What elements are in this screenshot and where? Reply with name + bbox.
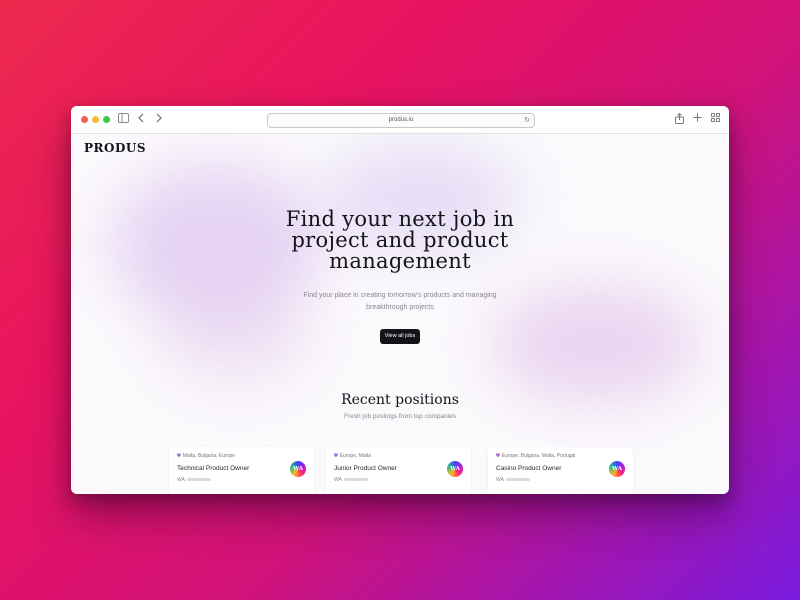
browser-toolbar: produs.io ↻	[71, 106, 729, 134]
job-company: WA	[177, 477, 185, 483]
chevron-right-icon[interactable]	[155, 113, 163, 125]
address-bar[interactable]: produs.io ↻	[267, 113, 535, 128]
url-text: produs.io	[388, 117, 414, 123]
job-title[interactable]: Casino Product Owner	[496, 465, 561, 472]
view-all-jobs-button[interactable]: View all jobs	[380, 329, 420, 344]
site-logo[interactable]: PRODUS	[84, 141, 146, 155]
job-title[interactable]: Technical Product Owner	[177, 465, 249, 472]
company-name-placeholder	[186, 478, 211, 482]
grid-icon[interactable]	[711, 113, 720, 125]
reload-icon[interactable]: ↻	[524, 115, 530, 126]
background-blob	[491, 284, 701, 404]
company-logo: WA	[290, 461, 306, 477]
maximize-window-button[interactable]	[103, 116, 110, 123]
job-card[interactable]: ⛊ Europe, Malta Junior Product Owner WA W…	[326, 447, 471, 494]
job-company: WA	[496, 477, 504, 483]
recent-positions-title: Recent positions	[341, 392, 459, 408]
background-blob	[161, 284, 311, 384]
job-location: Malta, Bulgaria, Europe	[182, 453, 236, 459]
company-name-placeholder	[505, 478, 530, 482]
hero-subtitle: Find your place in creating tomorrow's p…	[303, 292, 497, 311]
sidebar-icon[interactable]	[118, 113, 129, 125]
job-location: Europe, Malta	[339, 453, 371, 459]
job-company: WA	[334, 477, 342, 483]
company-logo: WA	[447, 461, 463, 477]
job-card[interactable]: ⛊ Europe, Bulgaria, Malta, Portugal Casin…	[488, 447, 633, 494]
job-card[interactable]: ⛊ Malta, Bulgaria, Europe Technical Produ…	[169, 447, 314, 494]
plus-icon[interactable]	[693, 113, 702, 125]
close-window-button[interactable]	[81, 116, 88, 123]
company-name-placeholder	[343, 478, 368, 482]
chevron-left-icon[interactable]	[137, 113, 145, 125]
location-pin-icon: ⛊	[177, 453, 181, 459]
share-icon[interactable]	[675, 112, 684, 125]
hero-title: Find your next job in project and produc…	[285, 207, 515, 273]
browser-window: produs.io ↻ PRODUS Find your next job in…	[71, 106, 729, 494]
company-logo: WA	[609, 461, 625, 477]
job-title[interactable]: Junior Product Owner	[334, 465, 397, 472]
recent-positions-subtitle: Fresh job postings from top companies	[344, 413, 456, 420]
web-page: PRODUS Find your next job in project and…	[71, 134, 729, 494]
minimize-window-button[interactable]	[92, 116, 99, 123]
job-location: Europe, Bulgaria, Malta, Portugal	[501, 453, 576, 459]
location-pin-icon: ⛊	[334, 453, 338, 459]
location-pin-icon: ⛊	[496, 453, 500, 459]
